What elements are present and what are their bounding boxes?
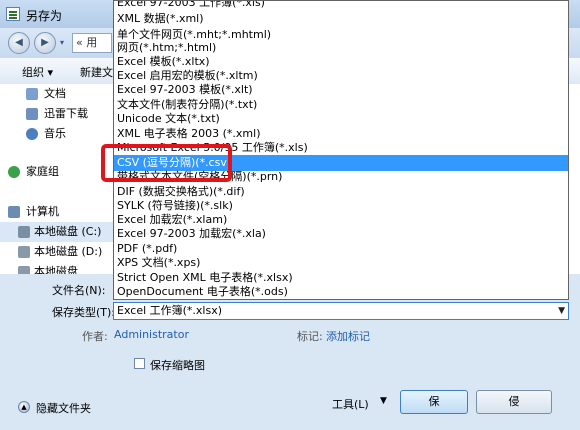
sidebar-item-homegroup[interactable]: 家庭组 (0, 162, 114, 182)
sidebar-item-music[interactable]: 音乐 (0, 124, 114, 144)
filename-label: 文件名(N): (52, 284, 106, 297)
filetype-label: 保存类型(T): (52, 306, 116, 319)
save-button[interactable]: 保 (400, 390, 468, 414)
author-value[interactable]: Administrator (114, 328, 189, 341)
filetype-option[interactable]: Excel 97-2003 模板(*.xlt) (114, 82, 568, 98)
sidebar-item-label: 音乐 (44, 127, 66, 140)
sidebar-item-label: 本地磁盘 (C:) (34, 225, 102, 238)
computer-icon (8, 206, 20, 218)
csv-highlight-annotation (101, 144, 232, 182)
sidebar-item-label: 计算机 (26, 205, 59, 218)
sidebar-item-label: 本地磁盘 (D:) (34, 245, 103, 258)
drive-icon (18, 246, 30, 258)
forward-arrow-icon[interactable]: ▶ (34, 32, 56, 54)
drive-icon (18, 226, 30, 238)
drive-icon (18, 266, 30, 274)
sidebar-item-thunder-downloads[interactable]: 迅雷下载 (0, 104, 114, 124)
recent-locations-icon[interactable]: ▾ (60, 38, 64, 47)
sidebar-item-documents[interactable]: 文档 (0, 84, 114, 104)
sidebar-item-label: 本地磁盘 (34, 265, 78, 274)
thumbnail-label: 保存缩略图 (150, 359, 205, 372)
new-folder-button[interactable]: 新建文 (80, 64, 113, 80)
thumbnail-checkbox[interactable] (134, 358, 145, 369)
filetype-option[interactable]: Excel 97-2003 加载宏(*.xla) (114, 226, 568, 242)
filetype-option[interactable]: Excel 97-2003 工作簿(*.xls) (114, 1, 568, 11)
tags-label: 标记: (297, 330, 323, 343)
back-arrow-icon[interactable]: ◀ (8, 32, 30, 54)
tools-button[interactable]: 工具(L) (332, 396, 369, 412)
filetype-select[interactable]: Excel 工作簿(*.xlsx) ▼ (113, 302, 569, 320)
chevron-down-icon: ▼ (558, 306, 565, 316)
sidebar-item-label: 文档 (44, 87, 66, 100)
filetype-value: Excel 工作簿(*.xlsx) (117, 304, 223, 317)
sidebar-item-drive-c[interactable]: 本地磁盘 (C:) (0, 222, 114, 242)
music-icon (26, 128, 38, 140)
sidebar-item-label: 家庭组 (26, 165, 59, 178)
window-title: 另存为 (26, 9, 63, 23)
chevron-up-icon[interactable]: ▲ (18, 401, 30, 413)
download-icon (26, 108, 38, 120)
tools-dropdown-icon[interactable]: ▼ (380, 396, 387, 406)
filetype-option[interactable]: Unicode 文本(*.txt) (114, 111, 568, 127)
sidebar-item-label: 迅雷下载 (44, 107, 88, 120)
homegroup-icon (8, 166, 20, 178)
address-bar[interactable]: « 用 (72, 33, 112, 53)
filetype-option[interactable]: OpenDocument 电子表格(*.ods) (114, 284, 568, 299)
sidebar-item-drive-d[interactable]: 本地磁盘 (D:) (0, 242, 114, 262)
sidebar-item-computer[interactable]: 计算机 (0, 202, 114, 222)
filetype-option[interactable]: XPS 文档(*.xps) (114, 255, 568, 271)
sidebar-item-drive-other[interactable]: 本地磁盘 (0, 262, 114, 274)
organize-button[interactable]: 组织 ▾ (22, 64, 53, 80)
navigation-pane: 文档 迅雷下载 音乐 家庭组 计算机 本地磁盘 (C:) 本地磁盘 (D:) 本… (0, 84, 114, 274)
hide-folders-button[interactable]: 隐藏文件夹 (36, 400, 91, 416)
filetype-option[interactable]: XML 数据(*.xml) (114, 11, 568, 27)
tags-value[interactable]: 添加标记 (326, 328, 370, 344)
document-icon (26, 88, 38, 100)
author-label: 作者: (82, 330, 108, 343)
cancel-button[interactable]: 侵 (476, 390, 552, 414)
excel-app-icon (6, 7, 20, 21)
